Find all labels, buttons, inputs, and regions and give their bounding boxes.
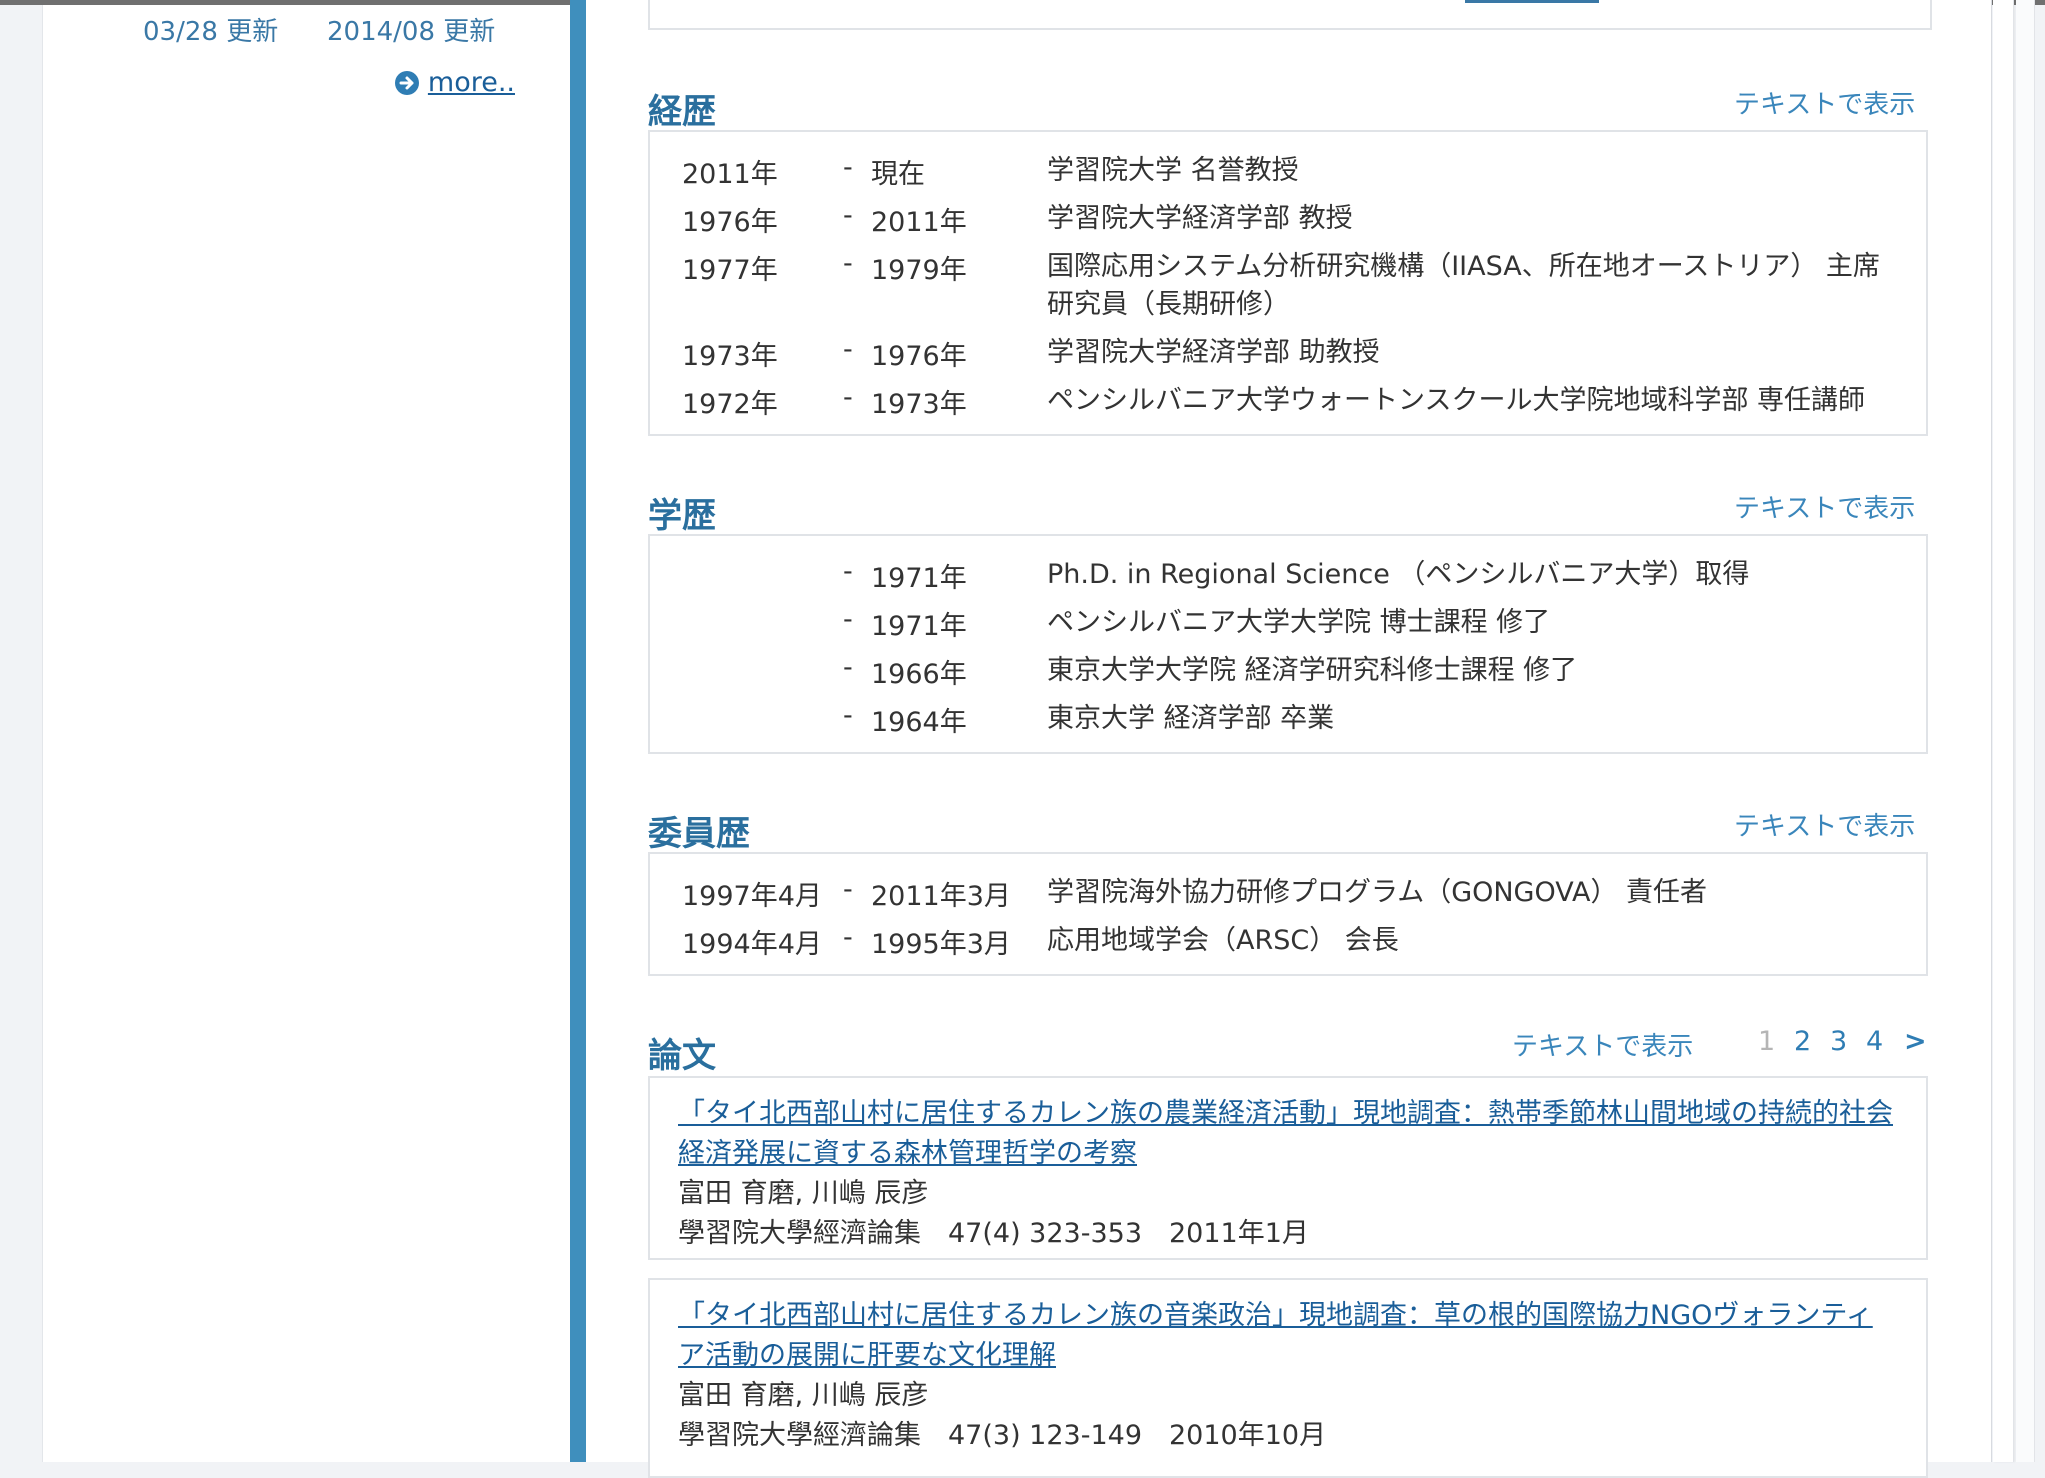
education-to: 1971年: [871, 563, 967, 594]
update-date: 03/28 更新: [143, 17, 279, 47]
committee-from: 1997年4月: [682, 881, 822, 912]
pagination-page-current: 1: [1758, 1026, 1776, 1057]
education-desc: 東京大学 経済学部 卒業: [1047, 703, 1335, 734]
dash: -: [843, 334, 853, 365]
update-date: 2014/08 更新: [327, 17, 496, 47]
pagination-page[interactable]: 2: [1794, 1026, 1811, 1057]
committee-to: 1995年3月: [871, 929, 1011, 960]
section-title-career: 経歴: [648, 92, 716, 132]
paper-item: 「タイ北西部山村に居住するカレン族の農業経済活動」現地調査：熱帯季節林山間地域の…: [648, 1076, 1928, 1260]
dash: -: [843, 700, 853, 731]
paper-authors: 富田 育磨, 川嶋 辰彦: [678, 1178, 929, 1209]
education-to: 1966年: [871, 659, 967, 690]
more-link[interactable]: more..: [394, 67, 515, 98]
dash: -: [843, 248, 853, 279]
committee-from: 1994年4月: [682, 929, 822, 960]
career-text-view-link[interactable]: テキストで表示: [1734, 84, 1915, 121]
arrow-circle-right-icon: [394, 70, 419, 95]
career-to: 1976年: [871, 341, 967, 372]
dash: -: [843, 556, 853, 587]
pagination-next[interactable]: >: [1904, 1026, 1927, 1057]
dash: -: [843, 874, 853, 905]
education-text-view-link[interactable]: テキストで表示: [1734, 488, 1915, 525]
career-to: 1979年: [871, 255, 967, 286]
committee-text-view-link[interactable]: テキストで表示: [1734, 806, 1915, 843]
page-edge: [2016, 0, 2035, 1462]
page-edge: [1993, 0, 2014, 1462]
career-from: 1972年: [682, 389, 778, 420]
pagination-page[interactable]: 4: [1866, 1026, 1883, 1057]
previous-section-tab: [1465, 0, 1599, 3]
education-desc: ペンシルバニア大学大学院 博士課程 修了: [1047, 607, 1551, 638]
career-from: 1973年: [682, 341, 778, 372]
committee-to: 2011年3月: [871, 881, 1011, 912]
career-desc: 学習院大学経済学部 助教授: [1047, 337, 1380, 368]
education-desc: 東京大学大学院 経済学研究科修士課程 修了: [1047, 655, 1578, 686]
paper-source: 學習院大學經濟論集 47(4) 323-353 2011年1月: [678, 1218, 1309, 1249]
career-desc: 学習院大学経済学部 教授: [1047, 203, 1353, 234]
education-desc: Ph.D. in Regional Science （ペンシルバニア大学）取得: [1047, 559, 1750, 590]
career-desc: 国際応用システム分析研究機構（IIASA、所在地オーストリア） 主席研究員（長期…: [1047, 251, 1880, 320]
career-box: 2011年 - 現在 学習院大学 名誉教授 1976年 - 2011年 学習院大…: [648, 130, 1928, 436]
more-label: more..: [427, 67, 515, 98]
education-to: 1964年: [871, 707, 967, 738]
dash: -: [843, 652, 853, 683]
sidebar-rail: [570, 0, 586, 1462]
career-to: 1973年: [871, 389, 967, 420]
pagination-page[interactable]: 3: [1830, 1026, 1847, 1057]
paper-title-link[interactable]: 「タイ北西部山村に居住するカレン族の農業経済活動」現地調査：熱帯季節林山間地域の…: [678, 1098, 1893, 1169]
dash: -: [843, 922, 853, 953]
committee-desc: 学習院海外協力研修プログラム（GONGOVA） 責任者: [1047, 877, 1708, 908]
education-box: - 1971年 Ph.D. in Regional Science （ペンシルバ…: [648, 534, 1928, 754]
section-title-committee: 委員歴: [648, 814, 750, 854]
left-sidebar: 03/28 更新 2014/08 更新 more..: [42, 5, 571, 1462]
career-desc: ペンシルバニア大学ウォートンスクール大学院地域科学部 専任講師: [1047, 385, 1866, 416]
career-to: 現在: [871, 159, 925, 190]
section-title-papers: 論文: [648, 1036, 716, 1076]
previous-section-box: [648, 0, 1932, 30]
section-title-education: 学歴: [648, 496, 716, 536]
papers-text-view-link[interactable]: テキストで表示: [1512, 1026, 1693, 1063]
career-from: 2011年: [682, 159, 778, 190]
dash: -: [843, 382, 853, 413]
committee-desc: 応用地域学会（ARSC） 会長: [1047, 925, 1399, 956]
dash: -: [843, 200, 853, 231]
dash: -: [843, 152, 853, 183]
paper-source: 學習院大學經濟論集 47(3) 123-149 2010年10月: [678, 1420, 1327, 1451]
paper-title-link[interactable]: 「タイ北西部山村に居住するカレン族の音楽政治」現地調査：草の根的国際協力NGOヴ…: [678, 1300, 1873, 1371]
education-to: 1971年: [871, 611, 967, 642]
career-desc: 学習院大学 名誉教授: [1047, 155, 1299, 186]
career-to: 2011年: [871, 207, 967, 238]
career-from: 1977年: [682, 255, 778, 286]
career-from: 1976年: [682, 207, 778, 238]
dash: -: [843, 604, 853, 635]
committee-box: 1997年4月 - 2011年3月 学習院海外協力研修プログラム（GONGOVA…: [648, 852, 1928, 976]
paper-item: 「タイ北西部山村に居住するカレン族の音楽政治」現地調査：草の根的国際協力NGOヴ…: [648, 1278, 1928, 1478]
paper-authors: 富田 育磨, 川嶋 辰彦: [678, 1380, 929, 1411]
